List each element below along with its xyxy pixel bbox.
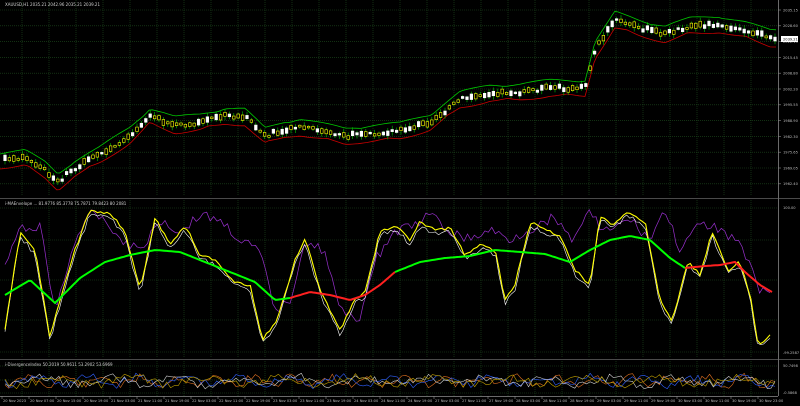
time-tick-label: 20 Nov 07:00 — [30, 399, 55, 403]
divergence-pane[interactable]: i-DivergenceIndex 50.2019 50.9611 53.290… — [0, 361, 778, 396]
time-tick-label: 30 Nov 19:00 — [732, 399, 757, 403]
current-price-label: 2039.21 — [783, 38, 798, 42]
indicator2-header: i-DivergenceIndex 50.2019 50.9611 53.290… — [5, 362, 113, 367]
osc-axis-top: 100.00 — [783, 206, 796, 210]
time-tick-label: 23 Nov 19:00 — [327, 399, 352, 403]
price-tick-label: 1969.05 — [783, 166, 798, 170]
time-tick-label: 21 Nov 11:00 — [138, 399, 163, 403]
time-tick-label: 22 Nov 19:00 — [246, 399, 271, 403]
price-tick-label: 2002.20 — [783, 87, 799, 91]
price-tick-label: 1962.40 — [783, 182, 799, 186]
time-tick-label: 21 Nov 19:00 — [165, 399, 190, 403]
time-tick-label: 29 Nov 19:00 — [651, 399, 676, 403]
price-tick-label: 2008.80 — [783, 72, 799, 76]
time-tick-label: 23 Nov 03:00 — [273, 399, 298, 403]
indicator1-header: i-MAEnvelope ... 81.9776 85.3778 75.7871… — [5, 201, 127, 206]
symbol-header: XAUUSD,H1 2035.21 2042.96 2035.21 2039.2… — [5, 2, 100, 7]
price-chart-pane[interactable]: XAUUSD,H1 2035.21 2042.96 2035.21 2039.2… — [0, 0, 778, 196]
oscillator-pane[interactable]: i-MAEnvelope ... 81.9776 85.3778 75.7871… — [0, 200, 778, 358]
time-tick-label: 21 Nov 03:00 — [111, 399, 136, 403]
price-tick-label: 1982.30 — [783, 135, 799, 139]
time-tick-label: 27 Nov 03:00 — [435, 399, 460, 403]
time-tick-label: 30 Nov 23:00 — [759, 399, 784, 403]
time-tick-label: 27 Nov 19:00 — [489, 399, 514, 403]
price-tick-label: 2015.45 — [783, 56, 798, 60]
price-tick-label: 2035.15 — [783, 8, 798, 12]
div-axis-bottom: -0.5868 — [783, 391, 798, 395]
div-axis-top: 50.7498 — [783, 364, 799, 368]
time-tick-label: 27 Nov 11:00 — [462, 399, 487, 403]
time-tick-label: 20 Nov 2023 — [3, 399, 26, 403]
price-tick-label: 2028.60 — [783, 24, 799, 28]
time-tick-label: 28 Nov 19:00 — [570, 399, 595, 403]
price-tick-label: 1995.55 — [783, 103, 798, 107]
time-tick-label: 28 Nov 11:00 — [543, 399, 568, 403]
time-tick-label: 24 Nov 19:00 — [408, 399, 433, 403]
time-tick-label: 24 Nov 03:00 — [354, 399, 379, 403]
time-tick-label: 24 Nov 11:00 — [381, 399, 406, 403]
time-tick-label: 20 Nov 15:00 — [57, 399, 82, 403]
time-tick-label: 28 Nov 03:00 — [516, 399, 541, 403]
time-tick-label: 22 Nov 11:00 — [219, 399, 244, 403]
time-tick-label: 30 Nov 03:00 — [678, 399, 703, 403]
price-tick-label: 1988.90 — [783, 119, 799, 123]
time-tick-label: 29 Nov 11:00 — [624, 399, 649, 403]
time-tick-label: 20 Nov 19:00 — [84, 399, 109, 403]
time-tick-label: 23 Nov 11:00 — [300, 399, 325, 403]
osc-axis-bottom: -99.2587 — [783, 351, 799, 355]
time-tick-label: 29 Nov 03:00 — [597, 399, 622, 403]
trading-terminal-chart[interactable]: XAUUSD,H1 2035.21 2042.96 2035.21 2039.2… — [0, 0, 800, 406]
price-tick-label: 1975.65 — [783, 151, 798, 155]
time-tick-label: 30 Nov 11:00 — [705, 399, 730, 403]
time-tick-label: 22 Nov 03:00 — [192, 399, 217, 403]
